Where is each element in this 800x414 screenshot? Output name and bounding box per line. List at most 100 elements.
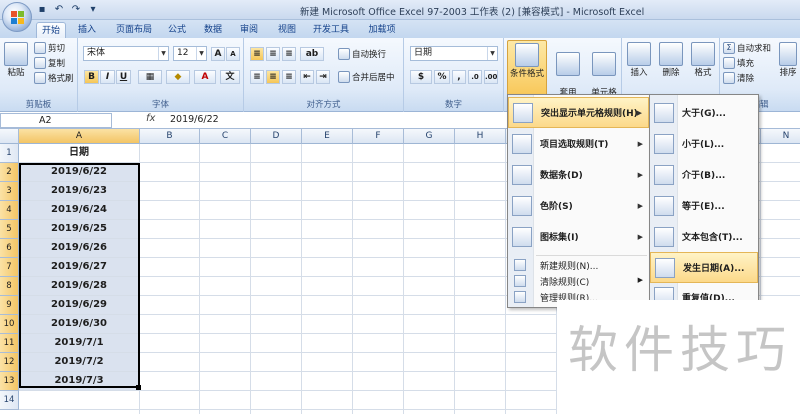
submenu-item-between[interactable]: 介于(B)... — [650, 159, 758, 190]
row-header-1[interactable]: 1 — [0, 144, 19, 163]
borders-button[interactable]: ▦ — [138, 70, 162, 84]
conditional-formatting-button[interactable]: 条件格式 — [507, 40, 547, 96]
align-center-button[interactable]: ≡ — [266, 70, 280, 84]
cell-a3[interactable]: 2019/6/23 — [19, 182, 140, 201]
fx-icon[interactable]: fx — [146, 113, 155, 124]
insert-cells-button[interactable]: 插入 — [624, 40, 654, 78]
align-middle-button[interactable]: ≡ — [266, 47, 280, 61]
increase-decimal-button[interactable]: .0 — [468, 70, 482, 84]
column-header-a[interactable]: A — [19, 129, 140, 144]
menu-item-icon-sets[interactable]: 图标集(I) ▶ — [508, 221, 649, 252]
increase-indent-button[interactable]: ⇥ — [316, 70, 330, 84]
cell-a1[interactable]: 日期 — [19, 144, 140, 163]
fill-button[interactable]: 填充 — [723, 57, 754, 69]
tab-page-layout[interactable]: 页面布局 — [108, 22, 160, 38]
customize-qat-icon[interactable]: ▾ — [87, 4, 99, 16]
percent-button[interactable]: % — [434, 70, 450, 84]
submenu-item-greater-than[interactable]: 大于(G)... — [650, 97, 758, 128]
row-header-2[interactable]: 2 — [0, 163, 19, 182]
cell-a5[interactable]: 2019/6/25 — [19, 220, 140, 239]
autosum-button[interactable]: Σ 自动求和 — [723, 42, 771, 54]
row-header-7[interactable]: 7 — [0, 258, 19, 277]
redo-icon[interactable]: ↷ — [70, 4, 82, 16]
comma-button[interactable]: , — [452, 70, 466, 84]
row-header-9[interactable]: 9 — [0, 296, 19, 315]
row-header-3[interactable]: 3 — [0, 182, 19, 201]
row-header-14[interactable]: 14 — [0, 391, 19, 410]
orientation-button[interactable]: ab — [300, 47, 324, 61]
align-bottom-button[interactable]: ≡ — [282, 47, 296, 61]
wrap-text-button[interactable]: 自动换行 — [338, 48, 386, 60]
tab-view[interactable]: 视图 — [272, 22, 302, 38]
cell-a7[interactable]: 2019/6/27 — [19, 258, 140, 277]
tab-insert[interactable]: 插入 — [72, 22, 102, 38]
tab-home[interactable]: 开始 — [36, 22, 66, 38]
tab-addins[interactable]: 加载项 — [362, 22, 402, 38]
submenu-item-date-occurring[interactable]: 发生日期(A)... — [650, 252, 758, 283]
column-header-d[interactable]: D — [251, 129, 302, 144]
merge-center-button[interactable]: 合并后居中 — [338, 71, 395, 83]
row-header-4[interactable]: 4 — [0, 201, 19, 220]
column-header-h[interactable]: H — [455, 129, 506, 144]
align-top-button[interactable]: ≡ — [250, 47, 264, 61]
cell-a4[interactable]: 2019/6/24 — [19, 201, 140, 220]
font-size-select[interactable]: 12 ▼ — [173, 46, 207, 61]
tab-review[interactable]: 审阅 — [234, 22, 264, 38]
column-header-b[interactable]: B — [140, 129, 200, 144]
sort-filter-button[interactable]: 排序 — [776, 40, 800, 78]
font-name-select[interactable]: 宋体 ▼ — [83, 46, 169, 61]
grow-font-button[interactable]: A — [211, 47, 225, 61]
row-header-5[interactable]: 5 — [0, 220, 19, 239]
name-box[interactable]: A2 — [0, 113, 112, 128]
cell-a8[interactable]: 2019/6/28 — [19, 277, 140, 296]
select-all-corner[interactable] — [0, 129, 19, 144]
fill-color-button[interactable]: ◆ — [166, 70, 190, 84]
menu-item-highlight-cells-rules[interactable]: 突出显示单元格规则(H) ▶ — [508, 97, 649, 128]
cell-a9[interactable]: 2019/6/29 — [19, 296, 140, 315]
row-header-6[interactable]: 6 — [0, 239, 19, 258]
menu-item-top-bottom-rules[interactable]: 项目选取规则(T) ▶ — [508, 128, 649, 159]
font-color-button[interactable]: A — [194, 70, 216, 84]
cut-button[interactable]: 剪切 — [34, 42, 65, 54]
currency-button[interactable]: $ — [410, 70, 432, 84]
row-header-11[interactable]: 11 — [0, 334, 19, 353]
row-header-12[interactable]: 12 — [0, 353, 19, 372]
align-left-button[interactable]: ≡ — [250, 70, 264, 84]
submenu-item-less-than[interactable]: 小于(L)... — [650, 128, 758, 159]
cell-a2[interactable]: 2019/6/22 — [19, 163, 140, 182]
fill-handle[interactable] — [136, 385, 141, 390]
decrease-decimal-button[interactable]: .00 — [484, 70, 498, 84]
column-header-n[interactable]: N — [761, 129, 800, 144]
column-header-e[interactable]: E — [302, 129, 353, 144]
column-header-g[interactable]: G — [404, 129, 455, 144]
decrease-indent-button[interactable]: ⇤ — [300, 70, 314, 84]
undo-icon[interactable]: ↶ — [53, 4, 65, 16]
clear-button[interactable]: 清除 — [723, 72, 754, 84]
menu-item-clear-rules[interactable]: 清除规则(C) ▶ — [508, 273, 649, 289]
cell-a12[interactable]: 2019/7/2 — [19, 353, 140, 372]
align-right-button[interactable]: ≡ — [282, 70, 296, 84]
save-icon[interactable]: ▪ — [36, 4, 48, 16]
cell-a10[interactable]: 2019/6/30 — [19, 315, 140, 334]
submenu-item-text-contains[interactable]: 文本包含(T)... — [650, 221, 758, 252]
cell-a14[interactable] — [19, 391, 140, 410]
paste-button[interactable]: 粘贴 — [0, 40, 32, 78]
delete-cells-button[interactable]: 删除 — [656, 40, 686, 78]
submenu-item-equal-to[interactable]: 等于(E)... — [650, 190, 758, 221]
row-header-13[interactable]: 13 — [0, 372, 19, 391]
tab-data[interactable]: 数据 — [198, 22, 228, 38]
column-header-c[interactable]: C — [200, 129, 251, 144]
cell-a6[interactable]: 2019/6/26 — [19, 239, 140, 258]
format-painter-button[interactable]: 格式刷 — [34, 72, 74, 84]
italic-button[interactable]: I — [100, 70, 115, 84]
tab-developer[interactable]: 开发工具 — [308, 22, 354, 38]
format-cells-button[interactable]: 格式 — [688, 40, 718, 78]
menu-item-data-bars[interactable]: 数据条(D) ▶ — [508, 159, 649, 190]
shrink-font-button[interactable]: A — [226, 47, 240, 61]
cell-a13[interactable]: 2019/7/3 — [19, 372, 140, 391]
menu-item-new-rule[interactable]: 新建规则(N)... — [508, 257, 649, 273]
tab-formulas[interactable]: 公式 — [162, 22, 192, 38]
row-header-8[interactable]: 8 — [0, 277, 19, 296]
menu-item-color-scales[interactable]: 色阶(S) ▶ — [508, 190, 649, 221]
number-format-select[interactable]: 日期 ▼ — [410, 46, 498, 61]
